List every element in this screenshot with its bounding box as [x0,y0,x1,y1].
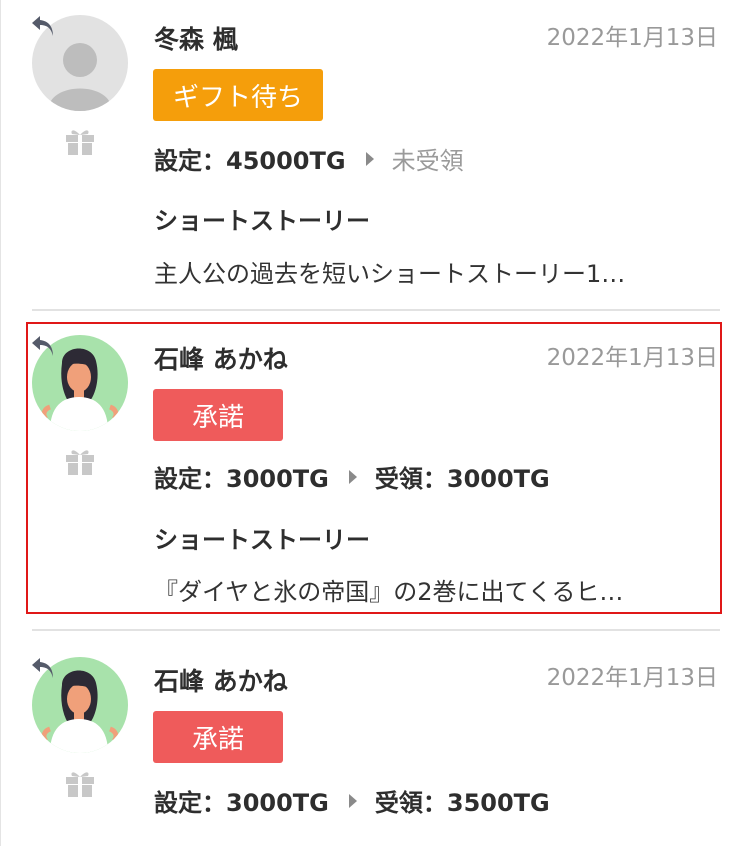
story-preview: 主人公の過去を短いショートストーリー1… [154,260,626,288]
gift-icon [66,130,94,155]
caret-right-icon [348,793,357,808]
message-date: 2022年1月13日 [546,665,718,691]
message-date: 2022年1月13日 [546,25,718,51]
reply-icon[interactable] [30,14,58,40]
list-item[interactable]: 冬森 楓 2022年1月13日 ギフト待ち 設定：45000TG 未受領 ショー… [0,0,750,310]
list-item[interactable]: 石峰 あかね 2022年1月13日 承諾 設定：3000TG 受領：3500TG [0,644,750,846]
status-badge: ギフト待ち [153,69,323,121]
gift-icon [66,772,94,797]
received-status: 未受領 [391,147,464,175]
caret-right-icon [365,151,374,166]
tg-amount-row: 設定：3000TG 受領：3500TG [154,783,550,818]
status-badge: 承諾 [153,711,283,763]
divider [32,629,720,631]
section-title: ショートストーリー [154,207,370,235]
selection-highlight [26,322,722,614]
divider [32,309,720,311]
sender-name: 石峰 あかね [154,667,288,696]
setting-amount: 設定：3000TG [154,789,329,817]
reply-icon[interactable] [30,656,58,682]
received-amount: 受領：3500TG [374,789,550,817]
setting-amount: 設定：45000TG [154,147,346,175]
sender-name: 冬森 楓 [154,25,238,54]
tg-amount-row: 設定：45000TG 未受領 [154,141,464,176]
